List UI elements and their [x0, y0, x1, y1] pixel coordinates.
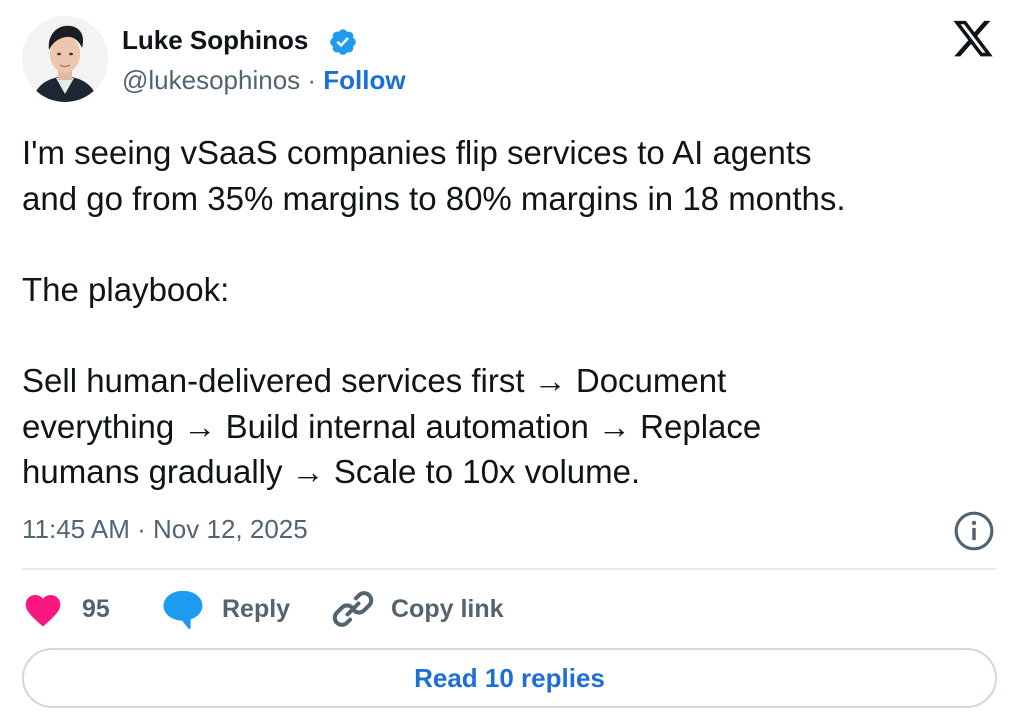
- read-replies-button[interactable]: Read 10 replies: [22, 648, 997, 708]
- tweet-paragraph-break: [22, 221, 982, 267]
- like-count: 95: [82, 594, 110, 623]
- author-name[interactable]: Luke Sophinos: [122, 24, 308, 56]
- tweet-text: I'm seeing vSaaS companies flip services…: [22, 130, 982, 495]
- tweet-paragraph-break: [22, 312, 982, 358]
- speech-bubble-icon: [163, 590, 203, 629]
- tweet-line: and go from 35% margins to 80% margins i…: [22, 179, 846, 217]
- tweet-line: Sell human-delivered services first → Do…: [22, 361, 727, 399]
- tweet-line: The playbook:: [22, 270, 230, 308]
- avatar-photo: [22, 16, 108, 102]
- link-icon: [332, 591, 374, 627]
- reply-label: Reply: [222, 594, 291, 623]
- tweet-line: everything → Build internal automation →…: [22, 407, 762, 445]
- reply-button[interactable]: Reply: [160, 586, 290, 632]
- tweet-timestamp[interactable]: 11:45 AM · Nov 12, 2025: [22, 512, 308, 546]
- like-button[interactable]: 95: [22, 586, 110, 632]
- follow-button[interactable]: Follow: [323, 65, 405, 95]
- avatar[interactable]: [22, 16, 108, 102]
- info-icon[interactable]: [953, 510, 995, 552]
- heart-icon: [25, 595, 61, 627]
- handle-separator: ·: [300, 65, 324, 95]
- copy-link-button[interactable]: Copy link: [331, 586, 504, 632]
- author-handle-line: @lukesophinos · Follow: [122, 64, 406, 96]
- author-handle[interactable]: @lukesophinos: [122, 65, 300, 95]
- x-logo-icon[interactable]: [951, 20, 995, 60]
- verified-badge-icon: [330, 29, 356, 55]
- tweet-line: humans gradually → Scale to 10x volume.: [22, 453, 641, 491]
- tweet-line: I'm seeing vSaaS companies flip services…: [22, 134, 812, 171]
- copy-link-label: Copy link: [391, 594, 504, 623]
- divider: [22, 568, 997, 570]
